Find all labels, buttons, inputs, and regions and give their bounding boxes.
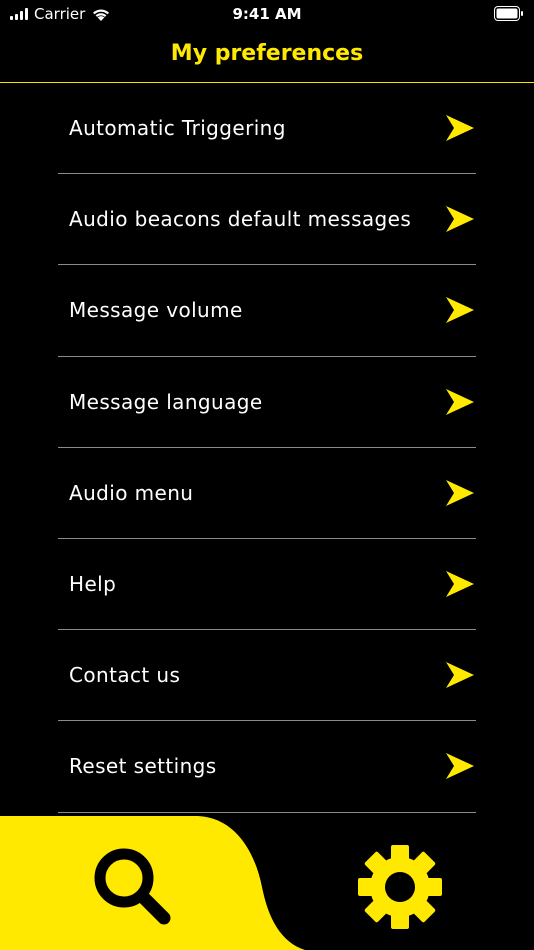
menu-item-message-volume[interactable]: Message volume <box>58 265 476 357</box>
header: My preferences <box>0 30 534 83</box>
gear-icon[interactable] <box>355 842 445 932</box>
menu-item-label: Message volume <box>69 298 243 323</box>
menu-item-contact-us[interactable]: Contact us <box>58 630 476 722</box>
menu-item-automatic-triggering[interactable]: Automatic Triggering <box>58 83 476 175</box>
menu-item-label: Automatic Triggering <box>69 116 286 141</box>
page-title: My preferences <box>170 41 364 66</box>
chevron-right-icon <box>446 479 474 506</box>
chevron-right-icon <box>446 662 474 689</box>
menu-item-label: Reset settings <box>69 754 217 779</box>
menu-item-label: Audio beacons default messages <box>69 207 412 232</box>
chevron-right-icon <box>446 753 474 780</box>
menu-item-label: Audio menu <box>69 480 194 505</box>
menu-item-help[interactable]: Help <box>58 539 476 631</box>
chevron-right-icon <box>446 115 474 142</box>
active-tab-background <box>0 816 305 950</box>
battery-icon <box>494 6 523 21</box>
menu-item-audio-beacons-default-messages[interactable]: Audio beacons default messages <box>58 174 476 266</box>
menu-item-reset-settings[interactable]: Reset settings <box>58 721 476 813</box>
chevron-right-icon <box>446 388 474 415</box>
menu-item-audio-menu[interactable]: Audio menu <box>58 448 476 539</box>
status-bar: Carrier 9:41 AM <box>0 0 534 30</box>
menu-item-label: Help <box>69 572 117 597</box>
search-icon[interactable] <box>86 842 176 932</box>
preferences-list: Automatic Triggering Audio beacons defau… <box>58 83 476 813</box>
chevron-right-icon <box>446 571 474 598</box>
menu-item-message-language[interactable]: Message language <box>58 357 476 448</box>
status-time: 9:41 AM <box>232 5 302 23</box>
tab-bar <box>0 812 534 950</box>
menu-item-label: Contact us <box>69 663 181 688</box>
menu-item-label: Message language <box>69 389 263 414</box>
chevron-right-icon <box>446 206 474 233</box>
chevron-right-icon <box>446 297 474 324</box>
